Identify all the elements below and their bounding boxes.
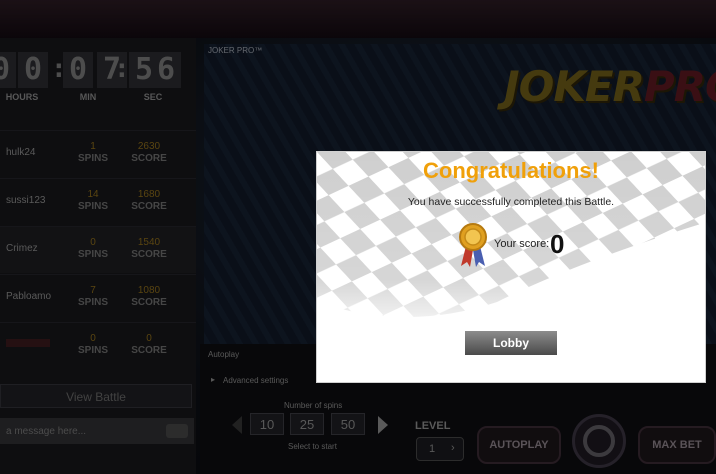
medal-icon bbox=[459, 223, 487, 267]
modal-message: You have successfully completed this Bat… bbox=[407, 196, 615, 208]
score-label: Your score: bbox=[494, 238, 550, 250]
score-value: 0 bbox=[550, 229, 565, 259]
lobby-button[interactable]: Lobby bbox=[465, 331, 557, 355]
modal-title: Congratulations! bbox=[423, 158, 599, 183]
